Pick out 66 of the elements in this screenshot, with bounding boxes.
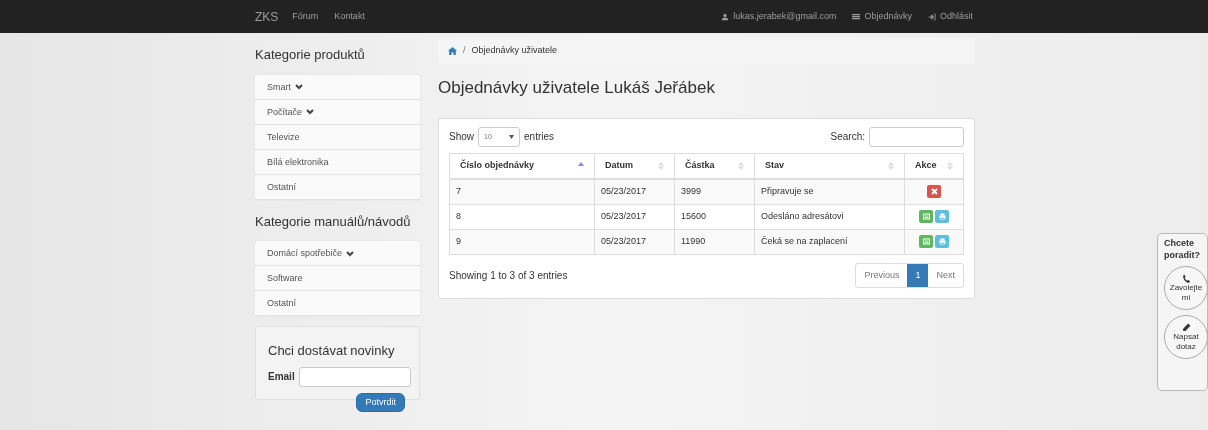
- pagination-link[interactable]: Next: [928, 263, 963, 288]
- table-cell: 15600: [674, 204, 755, 230]
- table-cell: 05/23/2017: [594, 179, 675, 205]
- detail-button[interactable]: [919, 209, 933, 223]
- table-cell: 3999: [674, 179, 755, 205]
- pagination-link[interactable]: 1: [907, 263, 929, 288]
- section-title: Kategorie manuálů/návodů: [255, 212, 412, 231]
- list-icon: [852, 12, 861, 21]
- nav-link[interactable]: Fórum: [292, 9, 319, 24]
- nav-link[interactable]: Kontakt: [334, 9, 365, 24]
- entries-label: entries: [524, 130, 555, 145]
- email-label: Email: [268, 370, 295, 385]
- table-cell: 05/23/2017: [594, 204, 675, 230]
- help-title: Chcete poradit?: [1164, 238, 1201, 262]
- printer-icon: [938, 237, 946, 245]
- chevron-down-icon: [346, 248, 355, 258]
- table-cell: 8: [449, 204, 595, 230]
- section-title: Kategorie produktů: [255, 46, 366, 64]
- table-info: Showing 1 to 3 of 3 entries: [449, 269, 568, 284]
- close-icon: [930, 187, 938, 195]
- breadcrumb-separator: /: [463, 44, 466, 57]
- table-cell: Odesláno adresátovi: [754, 204, 905, 230]
- print-button[interactable]: [935, 209, 949, 223]
- table-cell: Čeká se na zaplacení: [754, 229, 905, 255]
- show-label: Show: [449, 130, 474, 145]
- home-icon[interactable]: [448, 46, 457, 55]
- search-label: Search:: [830, 130, 865, 145]
- search-field[interactable]: [869, 126, 964, 147]
- chevron-down-icon: [306, 106, 315, 117]
- category-item[interactable]: Domácí spotřebiče: [255, 241, 420, 266]
- list-icon: [922, 237, 930, 245]
- brand-link[interactable]: ZKS: [255, 7, 279, 26]
- user-icon: [721, 12, 730, 21]
- table-cell: 11990: [674, 229, 755, 255]
- chevron-down-icon: [295, 81, 303, 92]
- table-cell: Připravuje se: [754, 179, 905, 205]
- detail-button[interactable]: [919, 234, 933, 248]
- table-cell: 05/23/2017: [594, 229, 675, 255]
- cancel-button[interactable]: [927, 184, 941, 198]
- category-item[interactable]: Ostatní: [255, 291, 420, 316]
- page-title: Objednávky uživatele Lukáš Jeřábek: [438, 77, 716, 98]
- pagination-link[interactable]: Previous: [856, 263, 908, 288]
- table-cell: 7: [449, 179, 595, 205]
- caret-icon: [509, 134, 514, 139]
- nav-link[interactable]: Objednávky: [852, 9, 912, 24]
- nav-link[interactable]: lukas.jerabek@gmail.com: [721, 9, 837, 24]
- call-button[interactable]: Zavolejte mi: [1164, 266, 1208, 311]
- nav-link[interactable]: Odhlásit: [927, 9, 973, 24]
- category-item[interactable]: Smart: [255, 74, 420, 100]
- write-button[interactable]: Napsat dotaz: [1164, 315, 1208, 360]
- list-icon: [922, 212, 930, 220]
- print-button[interactable]: [935, 234, 949, 248]
- phone-icon: [1181, 274, 1191, 284]
- category-item[interactable]: Televize: [255, 124, 420, 150]
- newsletter-title: Chci dostávat novinky: [268, 343, 396, 359]
- email-field[interactable]: [298, 366, 411, 387]
- sign-out-icon: [927, 12, 936, 21]
- pencil-icon: [1181, 323, 1191, 333]
- breadcrumb-item: Objednávky uživatele: [471, 44, 558, 57]
- category-item[interactable]: Ostatní: [255, 174, 420, 200]
- category-item[interactable]: Bílá elektronika: [255, 149, 420, 175]
- category-item[interactable]: Software: [255, 266, 420, 291]
- category-item[interactable]: Počítače: [255, 99, 420, 125]
- table-cell: 9: [449, 229, 595, 255]
- submit-button[interactable]: Potvrdit: [356, 392, 405, 413]
- printer-icon: [938, 212, 946, 220]
